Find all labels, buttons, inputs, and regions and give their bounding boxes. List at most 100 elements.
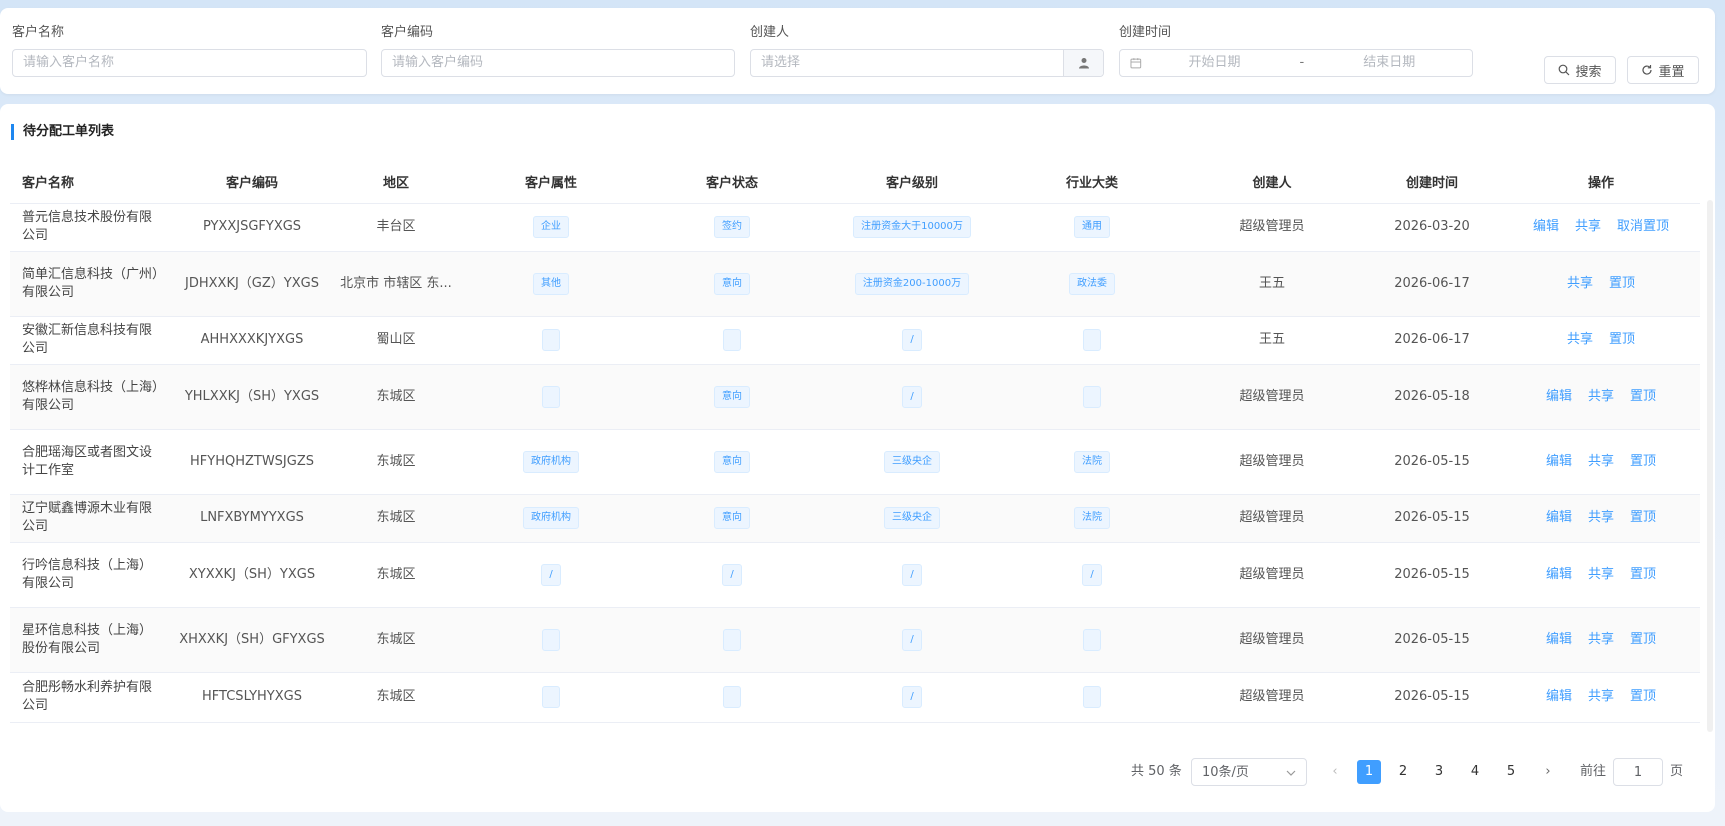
cell-level: / bbox=[822, 672, 1002, 723]
page-3[interactable]: 3 bbox=[1427, 760, 1451, 784]
row-action-link[interactable]: 编辑 bbox=[1546, 388, 1572, 406]
cell-created-time-text: 2026-03-20 bbox=[1394, 219, 1470, 234]
row-action-link[interactable]: 置顶 bbox=[1630, 509, 1656, 527]
page-1[interactable]: 1 bbox=[1357, 760, 1381, 784]
cell-level: / bbox=[822, 607, 1002, 673]
page-2[interactable]: 2 bbox=[1391, 760, 1415, 784]
cell-status-tag bbox=[723, 329, 741, 351]
cell-status: 意向 bbox=[642, 429, 822, 495]
cell-customer-code: PYXXJSGFYXGS bbox=[172, 203, 332, 252]
cell-customer-name: 普元信息技术股份有限公司 bbox=[10, 203, 172, 252]
page-4[interactable]: 4 bbox=[1463, 760, 1487, 784]
page-5[interactable]: 5 bbox=[1499, 760, 1523, 784]
cell-created-time-text: 2026-05-15 bbox=[1394, 689, 1470, 704]
row-action-link[interactable]: 编辑 bbox=[1546, 453, 1572, 471]
cell-customer-code: YHLXXKJ（SH）YXGS bbox=[172, 364, 332, 430]
cell-status: 意向 bbox=[642, 364, 822, 430]
cell-customer-code: XYXXKJ（SH）YXGS bbox=[172, 542, 332, 608]
row-action-link[interactable]: 共享 bbox=[1575, 218, 1601, 236]
cell-status-tag: / bbox=[722, 563, 742, 586]
goto-unit: 页 bbox=[1670, 764, 1684, 779]
goto-page-input[interactable]: 1 bbox=[1613, 758, 1663, 786]
cell-customer-name-text: 悠桦林信息科技（上海）有限公司 bbox=[22, 379, 159, 413]
cell-industry: 法院 bbox=[1002, 429, 1182, 495]
customer-code-input[interactable]: 请输入客户编码 bbox=[381, 49, 735, 77]
cell-creator-text: 超级管理员 bbox=[1239, 388, 1305, 404]
row-action-link[interactable]: 共享 bbox=[1588, 453, 1614, 471]
table-scrollbar[interactable] bbox=[1707, 200, 1713, 732]
cell-creator: 超级管理员 bbox=[1182, 607, 1362, 673]
cell-customer-name-text: 普元信息技术股份有限公司 bbox=[22, 210, 153, 243]
cell-industry: 政法委 bbox=[1002, 251, 1182, 317]
start-date-input[interactable]: 开始日期 bbox=[1142, 50, 1288, 76]
search-button[interactable]: 搜索 bbox=[1544, 56, 1616, 84]
cell-customer-name: 悠桦林信息科技（上海）有限公司 bbox=[10, 364, 172, 430]
customer-name-input[interactable]: 请输入客户名称 bbox=[12, 49, 367, 77]
creator-select[interactable]: 请选择 bbox=[750, 49, 1104, 77]
cell-customer-code-text: HFYHQHZTWSJGZS bbox=[190, 453, 314, 469]
customer-code-field: 客户编码 请输入客户编码 bbox=[381, 24, 735, 77]
cell-region: 丰台区 bbox=[332, 203, 460, 252]
cell-attribute bbox=[460, 316, 642, 365]
row-action-link[interactable]: 编辑 bbox=[1546, 509, 1572, 527]
cell-creator: 超级管理员 bbox=[1182, 672, 1362, 723]
table-title: 待分配工单列表 bbox=[11, 124, 114, 140]
row-action-link[interactable]: 编辑 bbox=[1546, 566, 1572, 584]
row-action-link[interactable]: 置顶 bbox=[1630, 388, 1656, 406]
customer-code-label: 客户编码 bbox=[381, 25, 434, 40]
cell-actions: 编辑 共享 置顶 bbox=[1502, 364, 1700, 430]
cell-created-time: 2026-06-17 bbox=[1362, 251, 1502, 317]
row-action-link[interactable]: 共享 bbox=[1588, 388, 1614, 406]
user-picker-button[interactable] bbox=[1063, 50, 1103, 76]
prev-page-button[interactable]: ‹ bbox=[1328, 758, 1342, 786]
cell-level-tag: 注册资金大于10000万 bbox=[853, 216, 971, 238]
cell-customer-name: 简单汇信息科技（广州）有限公司 bbox=[10, 251, 172, 317]
row-action-link[interactable]: 置顶 bbox=[1609, 331, 1635, 349]
cell-creator: 王五 bbox=[1182, 316, 1362, 365]
next-page-button[interactable]: › bbox=[1541, 758, 1555, 786]
cell-level-tag: 三级央企 bbox=[884, 450, 940, 473]
cell-attribute-tag: 政府机构 bbox=[523, 507, 579, 529]
refresh-icon bbox=[1642, 65, 1653, 75]
row-action-link[interactable]: 取消置顶 bbox=[1617, 218, 1669, 236]
row-action-link[interactable]: 编辑 bbox=[1546, 688, 1572, 706]
cell-region: 蜀山区 bbox=[332, 316, 460, 365]
cell-customer-code-text: AHHXXXKJYXGS bbox=[200, 332, 304, 347]
row-action-link[interactable]: 共享 bbox=[1567, 331, 1593, 349]
cell-actions: 编辑 共享 置顶 bbox=[1502, 494, 1700, 543]
row-action-link[interactable]: 共享 bbox=[1588, 566, 1614, 584]
customer-name-field: 客户名称 请输入客户名称 bbox=[12, 24, 367, 77]
row-action-link[interactable]: 编辑 bbox=[1533, 218, 1559, 236]
row-action-link[interactable]: 置顶 bbox=[1609, 275, 1635, 293]
cell-attribute bbox=[460, 364, 642, 430]
cell-attribute-tag bbox=[542, 628, 560, 651]
col-header-level: 客户级别 bbox=[822, 160, 1002, 204]
row-action-link[interactable]: 置顶 bbox=[1630, 631, 1656, 649]
cell-customer-name: 安徽汇新信息科技有限公司 bbox=[10, 316, 172, 365]
row-action-link[interactable]: 共享 bbox=[1567, 275, 1593, 293]
row-action-link[interactable]: 置顶 bbox=[1630, 566, 1656, 584]
cell-attribute-tag: 其他 bbox=[533, 272, 569, 295]
calendar-icon bbox=[1130, 58, 1142, 69]
cell-customer-name: 合肥瑶海区或者图文设计工作室 bbox=[10, 429, 172, 495]
date-range-picker[interactable]: 开始日期 - 结束日期 bbox=[1119, 49, 1473, 77]
cell-status-tag: 意向 bbox=[714, 385, 750, 408]
row-action-link[interactable]: 共享 bbox=[1588, 631, 1614, 649]
row-action-link[interactable]: 置顶 bbox=[1630, 453, 1656, 471]
row-action-link[interactable]: 置顶 bbox=[1630, 688, 1656, 706]
reset-button[interactable]: 重置 bbox=[1627, 56, 1699, 84]
row-action-link[interactable]: 共享 bbox=[1588, 688, 1614, 706]
cell-customer-name-text: 辽宁赋鑫博源木业有限公司 bbox=[22, 501, 153, 534]
page-size-select[interactable]: 10条/页 bbox=[1191, 758, 1307, 786]
row-action-link[interactable]: 编辑 bbox=[1546, 631, 1572, 649]
cell-attribute: 其他 bbox=[460, 251, 642, 317]
cell-actions: 编辑 共享 置顶 bbox=[1502, 672, 1700, 723]
cell-region-text: 蜀山区 bbox=[376, 332, 416, 347]
cell-creator-text: 超级管理员 bbox=[1239, 453, 1305, 469]
cell-creator-text: 超级管理员 bbox=[1239, 219, 1305, 234]
cell-creator: 超级管理员 bbox=[1182, 364, 1362, 430]
cell-customer-name-text: 星环信息科技（上海）股份有限公司 bbox=[22, 622, 153, 656]
cell-status-tag: 意向 bbox=[714, 450, 750, 473]
end-date-input[interactable]: 结束日期 bbox=[1316, 50, 1462, 76]
row-action-link[interactable]: 共享 bbox=[1588, 509, 1614, 527]
